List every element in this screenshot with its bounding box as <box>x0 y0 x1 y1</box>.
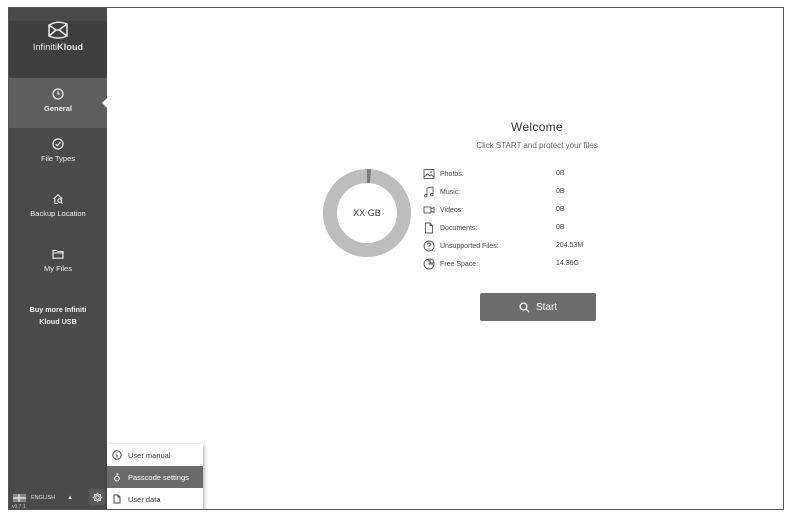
caret-up-icon: ▲ <box>67 495 74 501</box>
sidebar-item-backup-location[interactable]: Backup Location <box>9 193 107 233</box>
stat-label: Free Space: <box>440 260 479 268</box>
stat-label: Music: <box>440 188 461 196</box>
gear-icon <box>92 492 102 502</box>
start-button-label: Start <box>535 301 558 313</box>
main-content: Welcome Click START and protect your fil… <box>107 8 783 509</box>
infinitikloud-logo-icon <box>48 21 68 39</box>
home-search-icon <box>53 194 63 205</box>
buy-more-link[interactable]: Buy more Infiniti Kloud USB <box>15 304 101 328</box>
stat-value-photos: 0B <box>556 170 565 177</box>
welcome-title: Welcome <box>511 120 563 134</box>
stat-label: Documents: <box>440 224 478 232</box>
stat-value-documents: 0B <box>556 224 565 231</box>
stat-value-videos: 0B <box>556 206 565 213</box>
search-icon <box>519 301 530 312</box>
document-icon <box>423 222 435 234</box>
stat-label: Unsupported Files: <box>440 242 499 250</box>
question-circle-icon <box>423 240 435 252</box>
brand-logo: InfinitiKloud <box>9 21 107 85</box>
stat-row-documents: Documents: <box>423 220 477 236</box>
settings-button[interactable] <box>89 489 105 505</box>
pie-icon <box>423 258 435 270</box>
stat-row-music: Music: <box>423 184 460 200</box>
sidebar-item-file-types[interactable]: File Types <box>9 138 107 178</box>
stat-value-music: 0B <box>556 188 565 195</box>
sidebar-item-label: File Types <box>40 154 76 163</box>
sidebar-item-label: General <box>44 104 72 113</box>
folder-icon <box>52 249 64 259</box>
stat-row-photos: Photos: <box>423 166 464 182</box>
stat-row-free-space: Free Space: <box>423 256 478 272</box>
language-selector[interactable]: ENGLISH ▲ <box>13 492 73 504</box>
check-circle-icon <box>52 138 64 150</box>
welcome-subtitle: Click START and protect your files <box>476 141 598 150</box>
music-note-icon <box>423 186 435 198</box>
uk-flag-icon <box>13 494 26 502</box>
brand-name: InfinitiKloud <box>32 42 84 52</box>
app-window: InfinitiKloud General File Types Backup … <box>8 7 784 510</box>
buy-more-line-1: Buy more Infiniti <box>29 305 87 314</box>
stat-value-unsupported: 204.53M <box>556 242 584 249</box>
stat-label: Photos: <box>440 170 464 178</box>
stat-label: Videos: <box>440 206 464 214</box>
stat-row-videos: Videos: <box>423 202 463 218</box>
language-label: ENGLISH <box>31 495 56 501</box>
sidebar-item-my-files[interactable]: My Files <box>9 248 107 288</box>
sidebar-item-label: My Files <box>44 264 72 273</box>
clock-icon <box>52 88 64 100</box>
capacity-label: XX GB <box>353 208 381 218</box>
buy-more-line-2: Kloud USB <box>39 317 77 326</box>
image-icon <box>423 168 435 180</box>
sidebar: InfinitiKloud General File Types Backup … <box>9 8 108 510</box>
sidebar-item-general[interactable]: General <box>9 78 108 128</box>
start-button[interactable]: Start <box>480 293 596 321</box>
stat-value-free-space: 14.36G <box>556 260 579 267</box>
sidebar-item-label: Backup Location <box>30 209 86 218</box>
version-label: v0.7.1 <box>12 504 26 510</box>
stat-row-unsupported: Unsupported Files: <box>423 238 499 254</box>
video-icon <box>423 204 435 216</box>
